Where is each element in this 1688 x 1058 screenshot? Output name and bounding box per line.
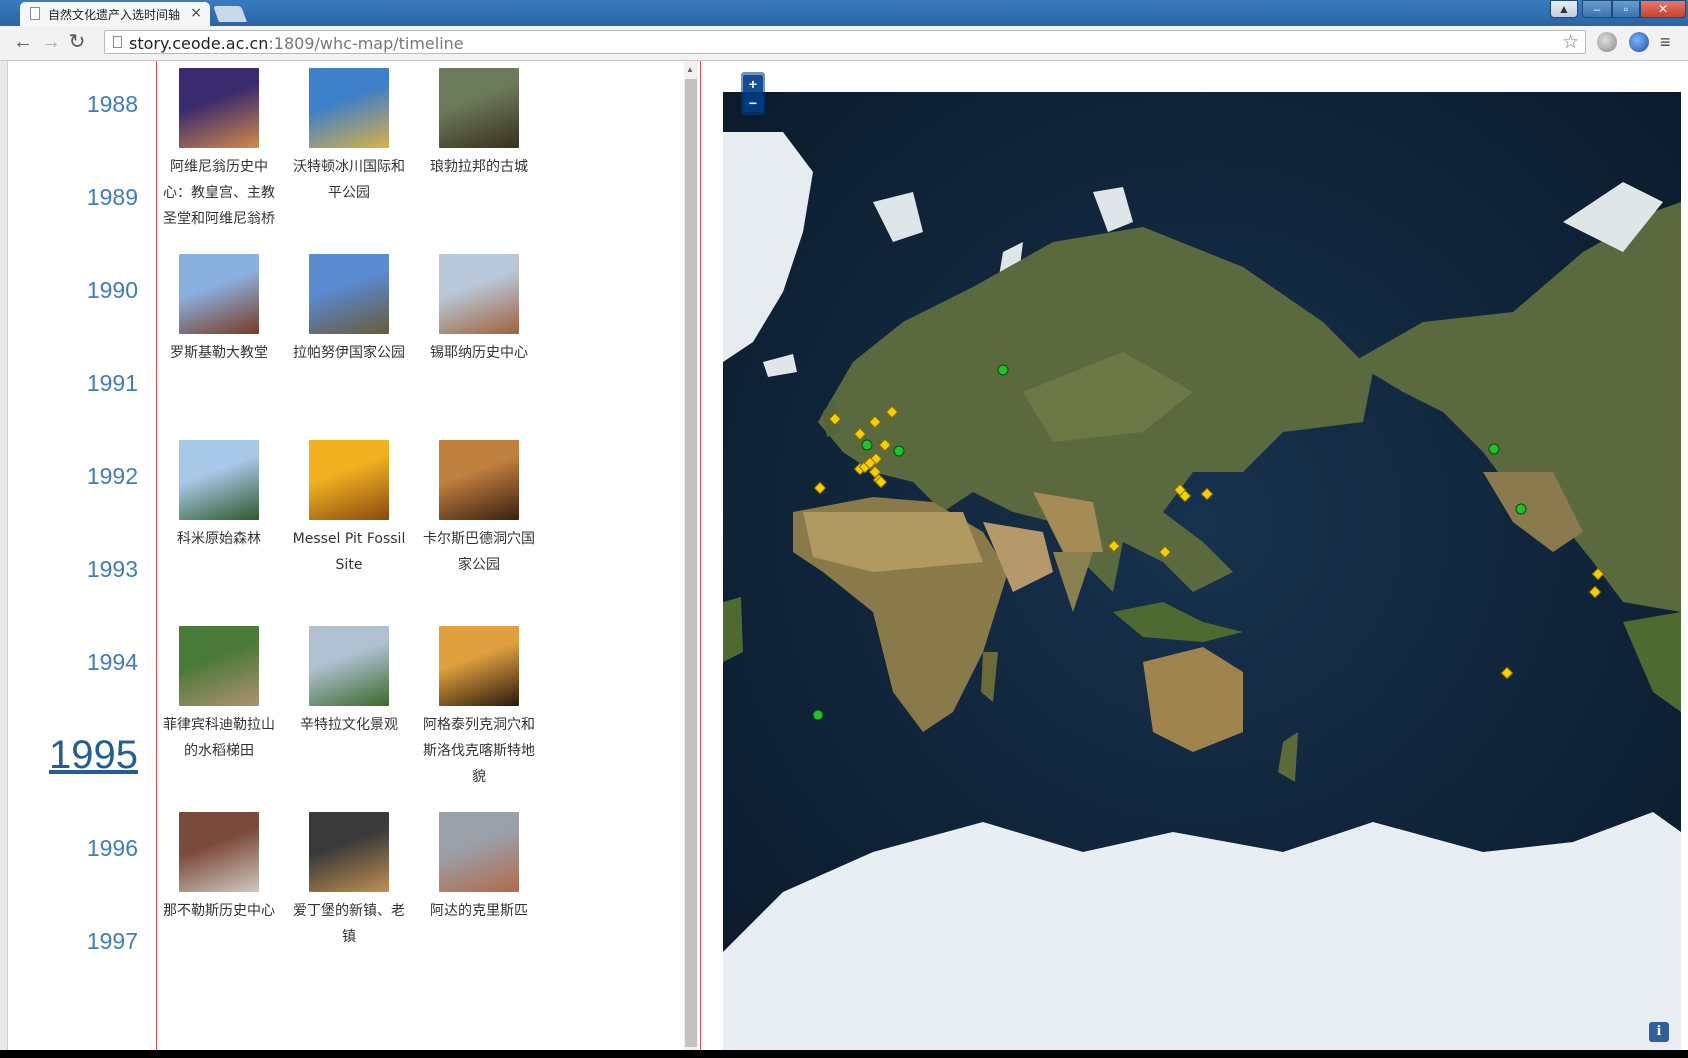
url-text: story.ceode.ac.cn:1809/whc-map/timeline [129, 34, 464, 53]
site-name[interactable]: 拉帕努伊国家公园 [289, 340, 409, 366]
window-titlebar: 自然文化遗产入选时间轴 × ▲ – ▫ ✕ [0, 0, 1688, 26]
site-name[interactable]: 辛特拉文化景观 [289, 712, 409, 738]
back-icon[interactable]: ← [12, 31, 34, 53]
site-card[interactable]: 罗斯基勒大教堂 [159, 254, 279, 366]
taskbar-edge [0, 1050, 1688, 1058]
forward-icon[interactable]: → [40, 31, 62, 53]
natural-site-marker[interactable] [1488, 443, 1500, 455]
reload-icon[interactable]: ↻ [66, 31, 88, 53]
site-card[interactable]: 琅勃拉邦的古城 [419, 68, 539, 180]
site-name[interactable]: 阿达的克里斯匹 [419, 898, 539, 924]
site-name[interactable]: 锡耶纳历史中心 [419, 340, 539, 366]
site-grid: 阿维尼翁历史中心：教皇宫、主教圣堂和阿维尼翁桥 沃特顿冰川国际和平公园 琅勃拉邦的古… [157, 61, 681, 1050]
site-thumbnail[interactable] [309, 68, 389, 148]
scroll-thumb[interactable] [685, 79, 697, 1047]
site-name[interactable]: 罗斯基勒大教堂 [159, 340, 279, 366]
site-card[interactable]: 科米原始森林 [159, 440, 279, 552]
site-card[interactable]: 那不勒斯历史中心 [159, 812, 279, 924]
site-name[interactable]: 琅勃拉邦的古城 [419, 154, 539, 180]
minimize-button[interactable]: – [1582, 0, 1612, 18]
site-thumbnail[interactable] [179, 440, 259, 520]
site-thumbnail[interactable] [179, 254, 259, 334]
site-thumbnail[interactable] [309, 254, 389, 334]
natural-site-marker[interactable] [812, 709, 824, 721]
site-thumbnail[interactable] [179, 812, 259, 892]
browser-tab[interactable]: 自然文化遗产入选时间轴 × [20, 2, 210, 26]
address-bar[interactable]: story.ceode.ac.cn:1809/whc-map/timeline … [104, 30, 1586, 54]
site-name[interactable]: 爱丁堡的新镇、老镇 [289, 898, 409, 950]
year-1994[interactable]: 1994 [87, 649, 138, 676]
new-tab-button[interactable] [213, 6, 247, 22]
site-card[interactable]: Messel Pit Fossil Site [289, 440, 409, 578]
natural-site-marker[interactable] [861, 439, 873, 451]
page-content: 1988 1989 1990 1991 1992 1993 1994 1995 1996 1997… [8, 61, 1688, 1050]
world-map[interactable] [723, 92, 1681, 1050]
zoom-in-button[interactable]: + [743, 75, 763, 93]
year-1996[interactable]: 1996 [87, 835, 138, 862]
year-1995[interactable]: 1995 [49, 733, 138, 778]
site-card[interactable]: 菲律宾科迪勒拉山的水稻梯田 [159, 626, 279, 764]
year-1992[interactable]: 1992 [87, 463, 138, 490]
site-card[interactable]: 辛特拉文化景观 [289, 626, 409, 738]
site-thumbnail[interactable] [179, 626, 259, 706]
site-thumbnail[interactable] [309, 812, 389, 892]
extension-icon[interactable] [1597, 32, 1617, 52]
site-thumbnail[interactable] [179, 68, 259, 148]
zoom-out-button[interactable]: − [743, 94, 763, 112]
year-1990[interactable]: 1990 [87, 277, 138, 304]
page-icon [30, 7, 40, 20]
tab-title: 自然文化遗产入选时间轴 [48, 8, 181, 22]
year-1991[interactable]: 1991 [87, 370, 138, 397]
menu-icon[interactable]: ≡ [1660, 32, 1671, 53]
page-icon [113, 36, 122, 48]
year-1993[interactable]: 1993 [87, 556, 138, 583]
globe-icon[interactable] [1629, 32, 1649, 52]
year-1989[interactable]: 1989 [87, 184, 138, 211]
site-name[interactable]: 阿格泰列克洞穴和斯洛伐克喀斯特地貌 [419, 712, 539, 790]
profile-button[interactable]: ▲ [1550, 0, 1578, 18]
site-thumbnail[interactable] [439, 254, 519, 334]
scrollbar[interactable]: ▲ [684, 61, 698, 1050]
site-thumbnail[interactable] [439, 440, 519, 520]
year-1988[interactable]: 1988 [87, 91, 138, 118]
site-name[interactable]: 菲律宾科迪勒拉山的水稻梯田 [159, 712, 279, 764]
site-name[interactable]: 阿维尼翁历史中心：教皇宫、主教圣堂和阿维尼翁桥 [159, 154, 279, 232]
site-thumbnail[interactable] [439, 626, 519, 706]
panel-divider [700, 61, 701, 1050]
browser-toolbar: ← → ↻ story.ceode.ac.cn:1809/whc-map/tim… [0, 26, 1688, 61]
url-host: story.ceode.ac.cn [129, 34, 269, 53]
site-name[interactable]: 那不勒斯历史中心 [159, 898, 279, 924]
natural-site-marker[interactable] [893, 445, 905, 457]
url-path: :1809/whc-map/timeline [268, 34, 464, 53]
year-timeline: 1988 1989 1990 1991 1992 1993 1994 1995 1996 1997 [8, 61, 157, 1050]
close-window-button[interactable]: ✕ [1640, 0, 1686, 18]
maximize-button[interactable]: ▫ [1612, 0, 1640, 18]
zoom-control: + − [741, 72, 765, 115]
site-name[interactable]: 沃特顿冰川国际和平公园 [289, 154, 409, 206]
site-name[interactable]: Messel Pit Fossil Site [289, 526, 409, 578]
tab-close-icon[interactable]: × [190, 5, 202, 21]
scroll-up-icon[interactable]: ▲ [686, 65, 694, 74]
site-thumbnail[interactable] [309, 440, 389, 520]
site-card[interactable]: 拉帕努伊国家公园 [289, 254, 409, 366]
site-name[interactable]: 科米原始森林 [159, 526, 279, 552]
site-card[interactable]: 阿维尼翁历史中心：教皇宫、主教圣堂和阿维尼翁桥 [159, 68, 279, 232]
site-card[interactable]: 卡尔斯巴德洞穴国家公园 [419, 440, 539, 578]
natural-site-marker[interactable] [997, 364, 1009, 376]
site-card[interactable]: 爱丁堡的新镇、老镇 [289, 812, 409, 950]
site-thumbnail[interactable] [439, 68, 519, 148]
site-card[interactable]: 锡耶纳历史中心 [419, 254, 539, 366]
site-card[interactable]: 阿达的克里斯匹 [419, 812, 539, 924]
info-button[interactable]: i [1649, 1022, 1669, 1042]
natural-site-marker[interactable] [1515, 503, 1527, 515]
site-card[interactable]: 阿格泰列克洞穴和斯洛伐克喀斯特地貌 [419, 626, 539, 790]
site-thumbnail[interactable] [439, 812, 519, 892]
site-name[interactable]: 卡尔斯巴德洞穴国家公园 [419, 526, 539, 578]
site-thumbnail[interactable] [309, 626, 389, 706]
satellite-map [723, 92, 1681, 1050]
page-left-edge [0, 61, 8, 1050]
bookmark-star-icon[interactable]: ☆ [1562, 31, 1579, 54]
year-1997[interactable]: 1997 [87, 928, 138, 955]
site-card[interactable]: 沃特顿冰川国际和平公园 [289, 68, 409, 206]
